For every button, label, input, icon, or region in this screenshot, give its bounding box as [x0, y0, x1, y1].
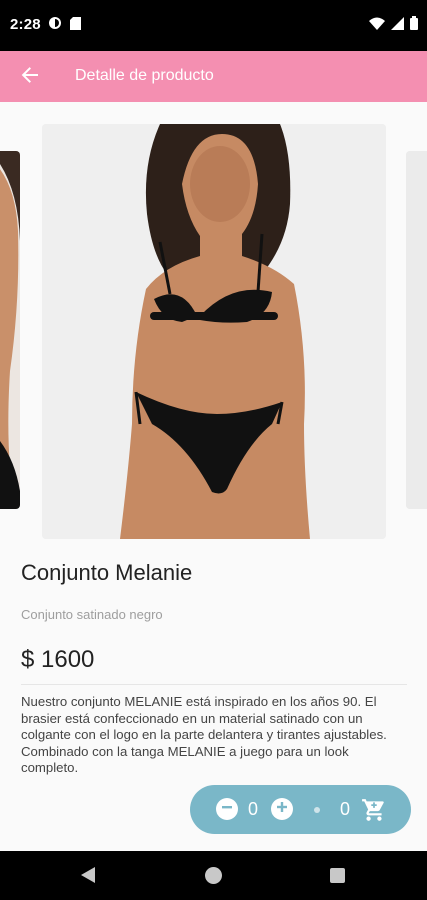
wifi-icon — [369, 17, 385, 35]
product-name: Conjunto Melanie — [21, 560, 193, 585]
navigation-bar — [0, 851, 427, 900]
carousel-next-image[interactable] — [406, 151, 427, 509]
data-saver-icon — [48, 16, 62, 35]
arrow-back-icon — [20, 65, 40, 90]
product-price: $ 1600 — [21, 646, 95, 673]
plus-icon — [276, 800, 288, 818]
app-bar: Detalle de producto — [0, 51, 427, 102]
nav-back-icon[interactable] — [80, 866, 96, 889]
product-image-carousel[interactable] — [0, 102, 427, 542]
signal-icon — [391, 16, 404, 35]
sd-card-icon — [70, 16, 81, 35]
decrease-quantity-button[interactable] — [216, 798, 238, 820]
status-time: 2:28 — [10, 16, 41, 33]
carousel-prev-image[interactable] — [0, 151, 20, 509]
product-subtitle: Conjunto satinado negro — [21, 607, 163, 622]
divider — [21, 684, 407, 685]
separator-dot — [314, 807, 320, 813]
product-image[interactable] — [42, 124, 386, 539]
cart-count: 0 — [340, 799, 351, 819]
minus-icon — [221, 800, 233, 818]
increase-quantity-button[interactable] — [271, 798, 293, 820]
back-button[interactable] — [14, 61, 46, 93]
nav-recents-icon[interactable] — [330, 868, 345, 883]
nav-home-icon[interactable] — [205, 867, 222, 884]
cart-control: 0 0 — [190, 785, 411, 834]
battery-icon — [410, 16, 418, 35]
page-title: Detalle de producto — [75, 67, 214, 84]
status-bar: 2:28 — [0, 0, 427, 51]
shopping-cart-icon[interactable] — [361, 797, 387, 823]
product-description: Nuestro conjunto MELANIE está inspirado … — [21, 694, 387, 775]
quantity-value: 0 — [248, 799, 259, 819]
